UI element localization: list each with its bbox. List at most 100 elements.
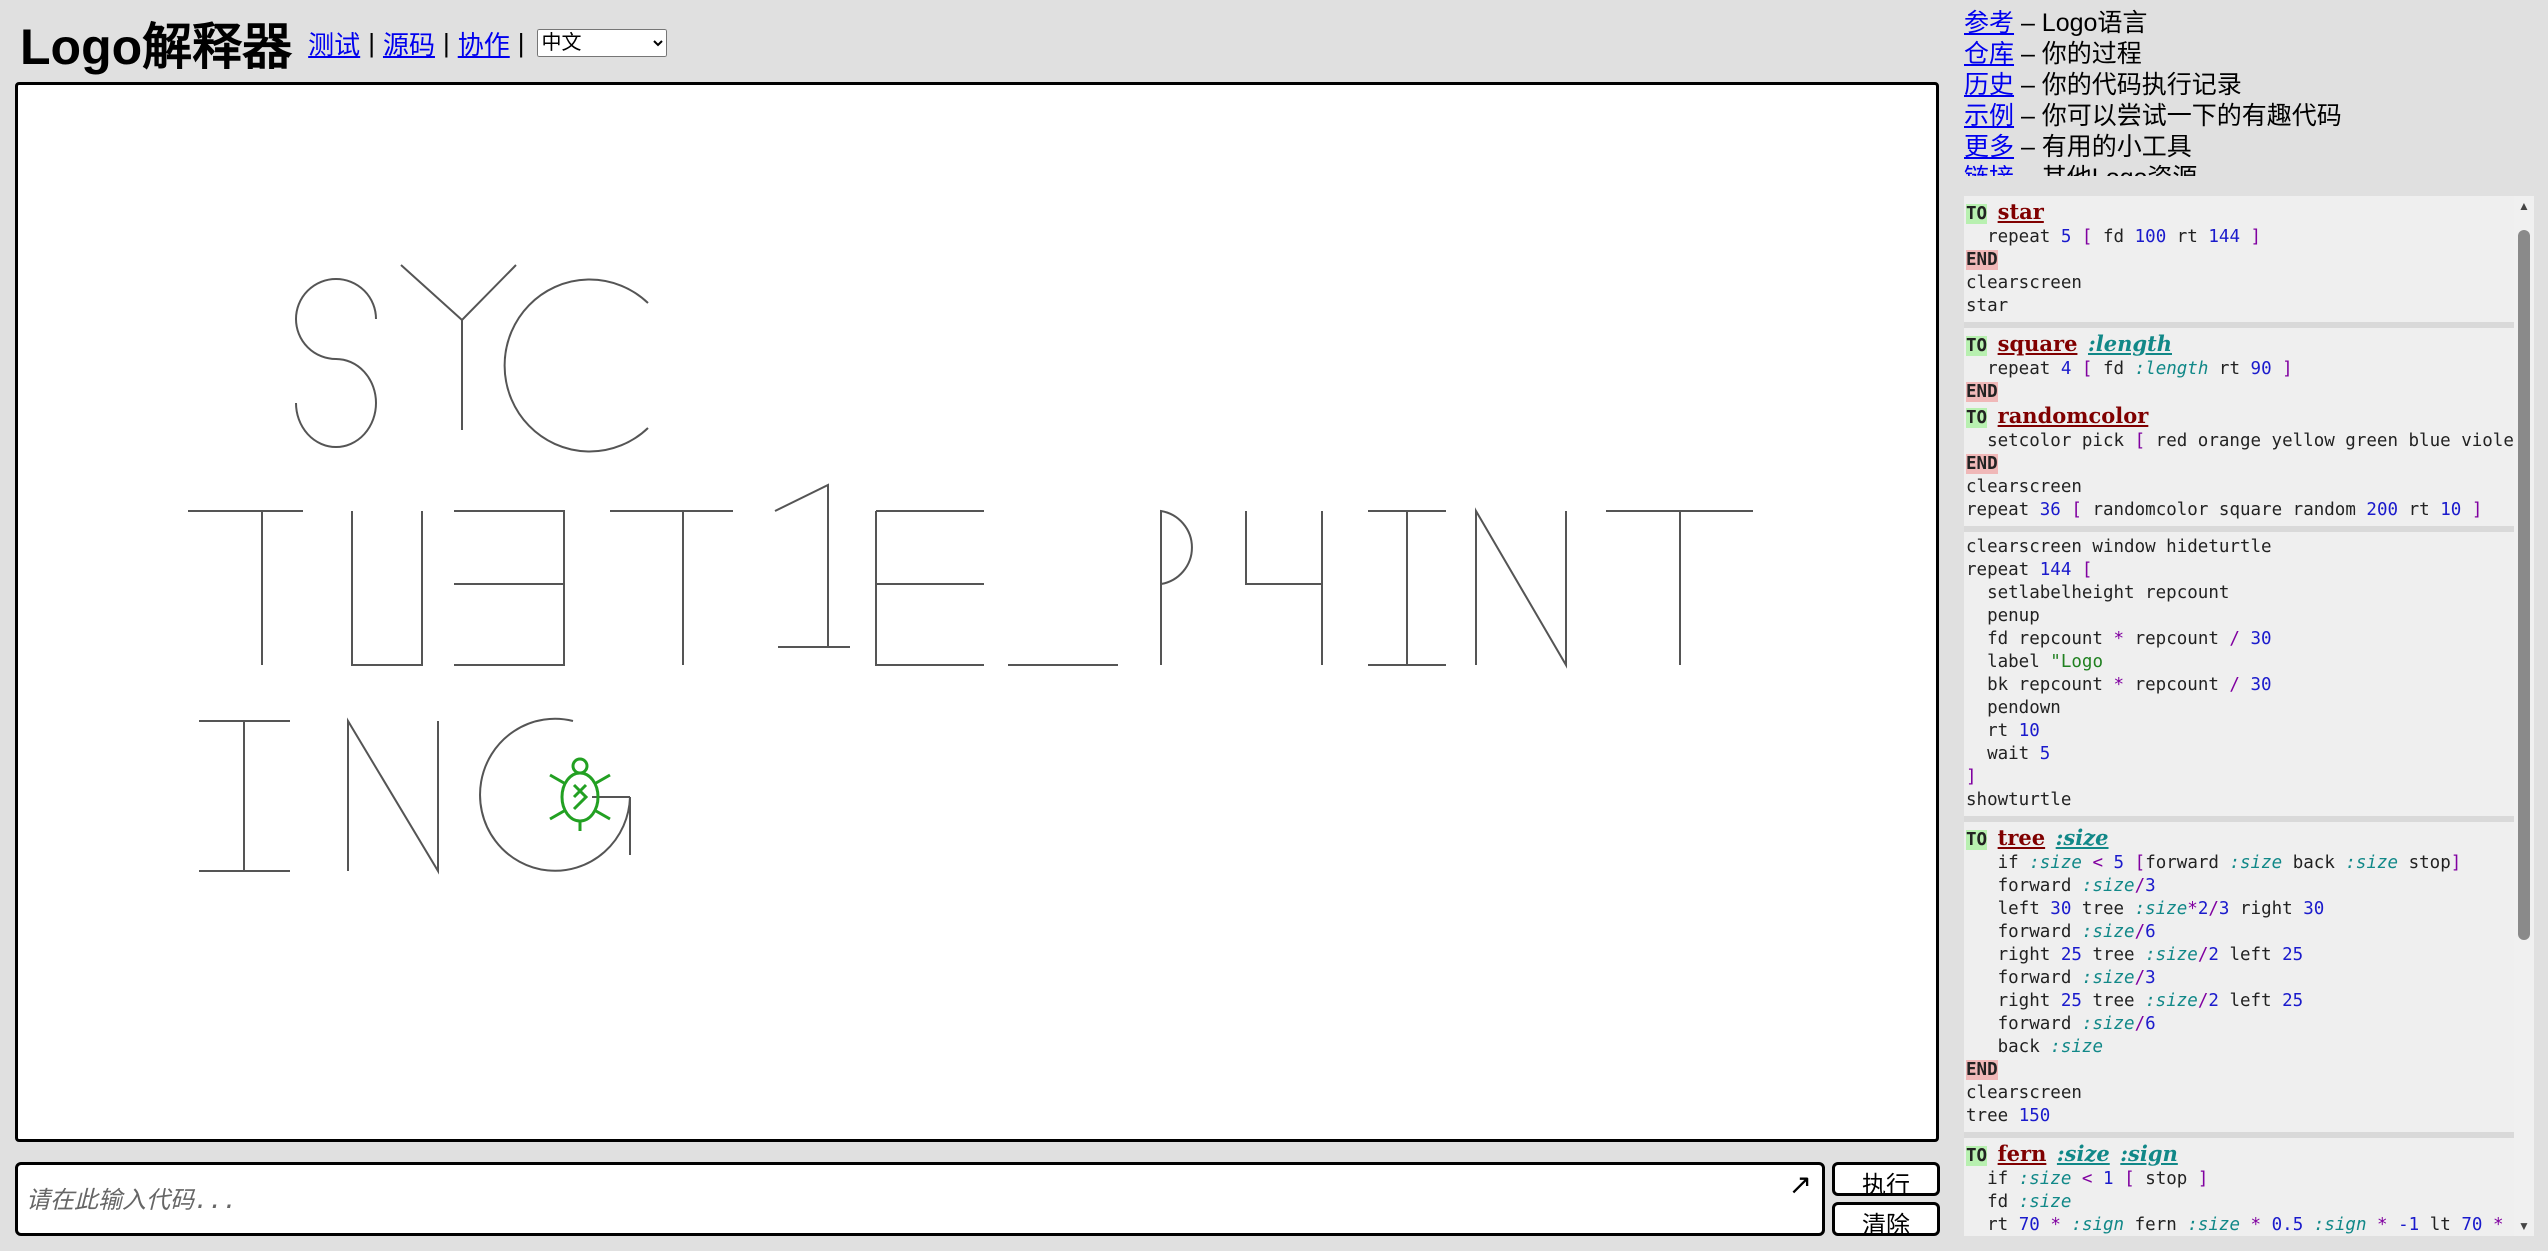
code-line: right 25 tree :size/2 left 25 bbox=[1966, 944, 2514, 967]
code-token: setlabelheight repcount bbox=[1966, 583, 2230, 603]
code-line: END bbox=[1966, 453, 2514, 476]
code-token: repeat bbox=[1966, 500, 2040, 520]
code-token: if bbox=[1966, 1169, 2019, 1189]
nav-separator: | bbox=[517, 27, 525, 58]
code-token: 30 bbox=[2250, 675, 2272, 695]
code-token: "Logo bbox=[2050, 652, 2103, 672]
glyph-y bbox=[400, 264, 517, 430]
code-input-box: ↗ bbox=[15, 1162, 1825, 1236]
code-line: rt 70 * :sign fern :size * 0.5 :sign * -… bbox=[1966, 1214, 2514, 1236]
scroll-thumb[interactable] bbox=[2518, 230, 2530, 940]
language-select[interactable]: 中文 bbox=[536, 29, 667, 57]
code-line: END bbox=[1966, 249, 2514, 272]
code-token: tree bbox=[2071, 899, 2135, 919]
code-token: < bbox=[2092, 853, 2103, 873]
code-line: clearscreen bbox=[1966, 1082, 2514, 1105]
side-link[interactable]: 链接 bbox=[1964, 164, 2014, 176]
code-line: repeat 4 [ fd :length rt 90 ] bbox=[1966, 358, 2514, 381]
side-link-row: 参考 – Logo语言 bbox=[1964, 8, 2544, 39]
turtle-drawing bbox=[188, 264, 1753, 875]
glyph-g bbox=[479, 717, 631, 872]
code-token: END bbox=[1966, 382, 1998, 402]
turtle-canvas[interactable] bbox=[15, 82, 1939, 1142]
code-token: 2 bbox=[2208, 945, 2219, 965]
code-line: repeat 5 [ fd 100 rt 144 ] bbox=[1966, 226, 2514, 249]
code-token: < bbox=[2081, 1169, 2093, 1189]
code-token: [ bbox=[2071, 500, 2082, 520]
code-token: left bbox=[2218, 945, 2283, 965]
code-token: left bbox=[2218, 991, 2283, 1011]
scroll-up-arrow-icon[interactable]: ▲ bbox=[2514, 196, 2534, 216]
side-link-description: – 你的过程 bbox=[2014, 40, 2142, 68]
code-token: label bbox=[1966, 652, 2051, 672]
code-token: * bbox=[2113, 675, 2125, 695]
side-link[interactable]: 仓库 bbox=[1964, 40, 2014, 68]
clear-button[interactable]: 清除 bbox=[1832, 1202, 1940, 1239]
example-block[interactable]: TO square :length repeat 4 [ fd :length … bbox=[1964, 328, 2516, 532]
code-token: -1 bbox=[2398, 1215, 2420, 1235]
code-token: right bbox=[1966, 945, 2061, 965]
code-token: / bbox=[2197, 945, 2209, 965]
code-line: fd :size bbox=[1966, 1191, 2514, 1214]
code-token: clearscreen bbox=[1966, 1083, 2082, 1103]
code-token: repcount bbox=[2124, 629, 2230, 649]
code-token: :size bbox=[2187, 1215, 2240, 1235]
code-line: wait 5 bbox=[1966, 743, 2514, 766]
nav-link-collab[interactable]: 协作 bbox=[458, 25, 510, 62]
code-line: TO randomcolor bbox=[1966, 404, 2514, 430]
code-token: 3 bbox=[2218, 899, 2230, 919]
side-link[interactable]: 历史 bbox=[1964, 71, 2014, 99]
code-token: randomcolor square random bbox=[2081, 500, 2367, 520]
run-button[interactable]: 执行 bbox=[1832, 1162, 1940, 1199]
code-input[interactable] bbox=[24, 1173, 1768, 1227]
side-link[interactable]: 示例 bbox=[1964, 102, 2014, 130]
code-token: :size bbox=[2145, 991, 2198, 1011]
code-line: clearscreen bbox=[1966, 476, 2514, 499]
code-token: * bbox=[2250, 1215, 2262, 1235]
code-token: ] bbox=[2450, 853, 2462, 873]
example-block[interactable]: TO fern :size :sign if :size < 1 [ stop … bbox=[1964, 1138, 2516, 1236]
expand-icon[interactable]: ↗ bbox=[1789, 1169, 1812, 1201]
nav-link-test[interactable]: 测试 bbox=[308, 25, 360, 62]
code-line: setcolor pick [ red orange yellow green … bbox=[1966, 430, 2516, 453]
code-token: stop bbox=[2134, 1169, 2198, 1189]
code-token: rt bbox=[2398, 500, 2441, 520]
code-token: * bbox=[2492, 1215, 2504, 1235]
code-token: forward bbox=[1966, 968, 2082, 988]
code-token: clearscreen bbox=[1966, 273, 2082, 293]
code-token: [ bbox=[2134, 853, 2146, 873]
code-token: 25 bbox=[2282, 945, 2304, 965]
glyph-t bbox=[1606, 510, 1753, 665]
code-token: ] bbox=[1966, 767, 1977, 787]
examples-scrollbar[interactable]: ▲ ▼ bbox=[2514, 196, 2534, 1236]
code-line: star bbox=[1966, 295, 2514, 318]
code-token: fd repcount bbox=[1966, 629, 2114, 649]
example-block[interactable]: TO tree :size if :size < 5 [forward :siz… bbox=[1964, 822, 2516, 1138]
code-token: [ bbox=[2081, 359, 2093, 379]
code-token: 0.5 bbox=[2271, 1215, 2304, 1235]
scroll-down-arrow-icon[interactable]: ▼ bbox=[2514, 1216, 2534, 1236]
code-token: forward bbox=[1966, 876, 2082, 896]
code-token: lt bbox=[2419, 1215, 2462, 1235]
code-token: tree bbox=[2081, 991, 2146, 1011]
code-token: TO bbox=[1966, 1146, 1988, 1166]
code-line: clearscreen window hideturtle bbox=[1966, 536, 2514, 559]
example-block[interactable]: TO star repeat 5 [ fd 100 rt 144 ] END cle… bbox=[1964, 196, 2516, 328]
nav-link-source[interactable]: 源码 bbox=[383, 25, 435, 62]
code-token: * bbox=[2113, 629, 2125, 649]
side-link[interactable]: 更多 bbox=[1964, 133, 2014, 161]
side-link[interactable]: 参考 bbox=[1964, 9, 2014, 37]
glyph-n bbox=[1475, 507, 1567, 669]
code-token: [ bbox=[2081, 560, 2093, 580]
example-block[interactable]: clearscreen window hideturtle repeat 144 … bbox=[1964, 532, 2516, 822]
header: Logo解释器 测试 | 源码 | 协作 | 中文 bbox=[20, 8, 667, 78]
glyph-p bbox=[1160, 509, 1193, 665]
code-token: repcount bbox=[2124, 675, 2230, 695]
glyph-s bbox=[295, 278, 377, 448]
